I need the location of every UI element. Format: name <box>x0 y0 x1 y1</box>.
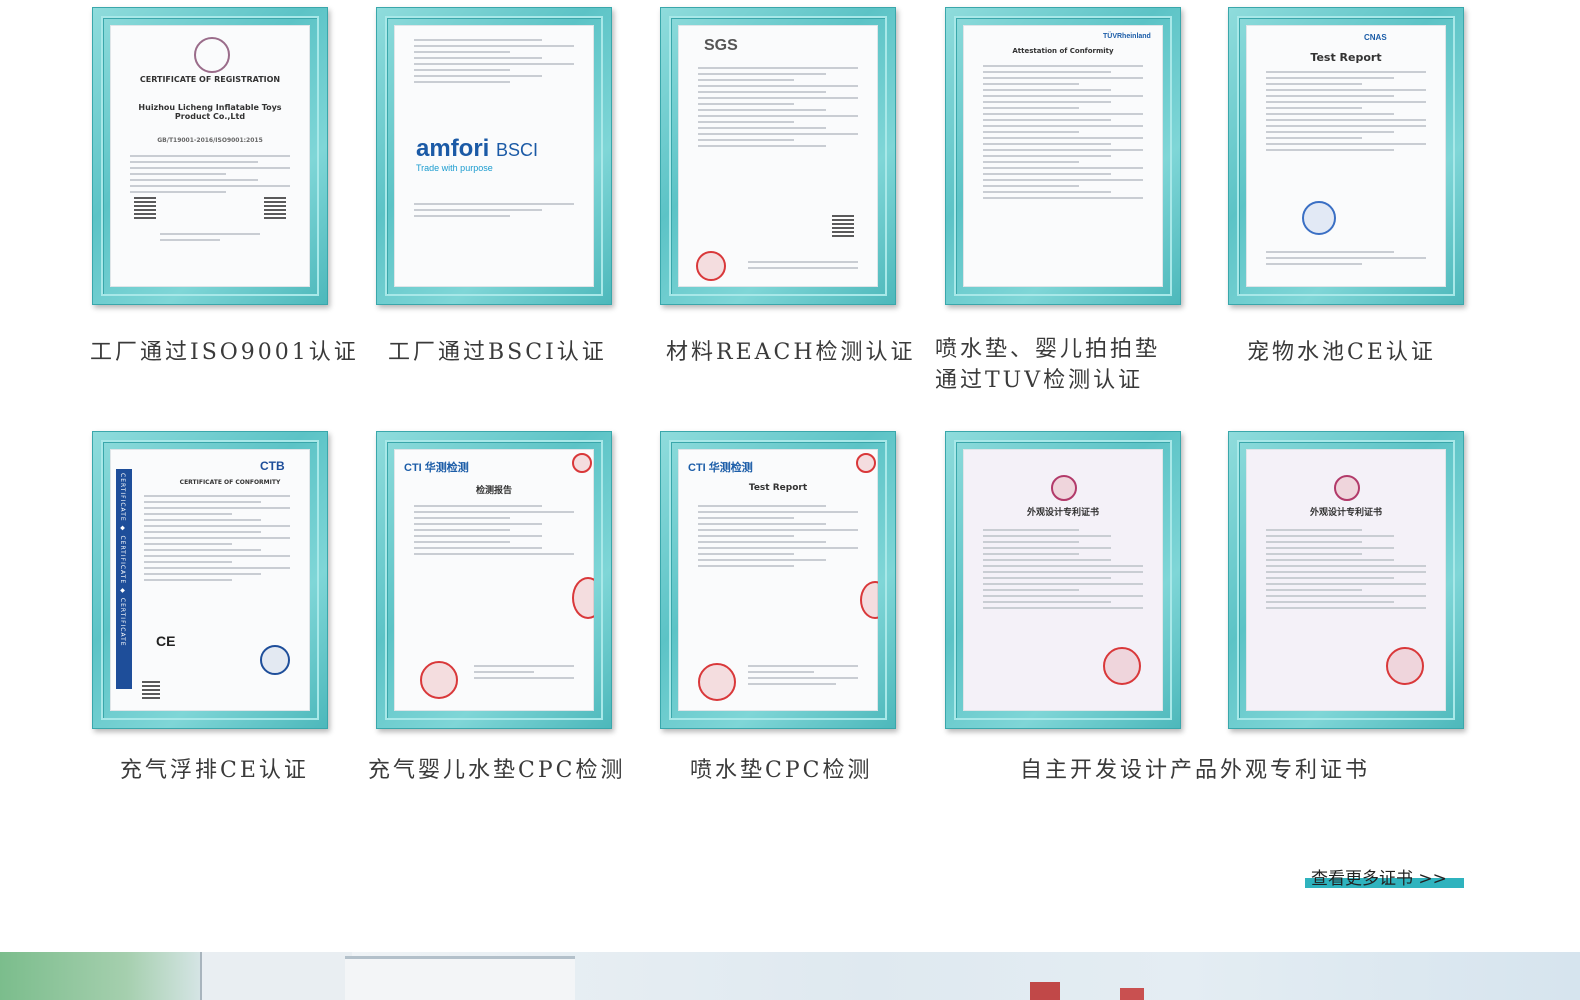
paper-title: Test Report <box>748 483 808 493</box>
caption-iso9001: 工厂通过ISO9001认证 <box>90 340 359 365</box>
paper-title: 外观设计专利证书 <box>1026 508 1099 518</box>
paper-standard: GB/T19001-2016/ISO9001:2015 <box>157 137 263 144</box>
signature-lines <box>160 233 260 245</box>
paper-text-lines <box>414 203 574 221</box>
building-shape <box>345 956 575 1000</box>
certificate-paper: amfori BSCI Trade with purpose <box>394 25 594 287</box>
certificate-bsci[interactable]: amfori BSCI Trade with purpose <box>376 7 612 305</box>
paper-title: 外观设计专利证书 <box>1309 508 1382 518</box>
certificate-side-strip: CERTIFICATE ◆ CERTIFICATE ◆ CERTIFICATE <box>116 469 132 689</box>
caption-reach: 材料REACH检测认证 <box>666 340 916 365</box>
certificate-reach[interactable]: SGS <box>660 7 896 305</box>
amfori-logo: amfori BSCI Trade with purpose <box>416 135 538 173</box>
red-sign-shape <box>1120 988 1144 1000</box>
certificate-paper: CERTIFICATE ◆ CERTIFICATE ◆ CERTIFICATE … <box>110 449 310 711</box>
cti-logo: CTI 华测检测 <box>688 462 753 474</box>
certificate-iso9001[interactable]: CERTIFICATE OF REGISTRATION Huizhou Lich… <box>92 7 328 305</box>
certificate-paper: CERTIFICATE OF REGISTRATION Huizhou Lich… <box>110 25 310 287</box>
paper-title: CERTIFICATE OF REGISTRATION <box>139 75 281 84</box>
certificate-tuv[interactable]: TÜVRheinland Attestation of Conformity <box>945 7 1181 305</box>
paper-text-lines <box>698 505 858 571</box>
paper-title: Attestation of Conformity <box>1012 47 1114 55</box>
red-seal-icon <box>860 581 878 619</box>
caption-bsci: 工厂通过BSCI认证 <box>388 340 607 365</box>
cnas-logo: CNAS <box>1364 33 1387 42</box>
qr-code-icon <box>832 215 854 237</box>
red-seal-icon <box>1386 647 1424 685</box>
caption-patent: 自主开发设计产品外观专利证书 <box>1020 758 1371 783</box>
red-sign-shape <box>1030 982 1060 1000</box>
certificate-pet-pool-ce[interactable]: CNAS Test Report <box>1228 7 1464 305</box>
patent-emblem-icon <box>1334 475 1360 501</box>
caption-tuv-line2: 通过TUV检测认证 <box>935 368 1144 393</box>
certificate-paper: TÜVRheinland Attestation of Conformity <box>963 25 1163 287</box>
paper-text-lines <box>1266 529 1426 613</box>
paper-text-lines <box>983 529 1143 613</box>
red-seal-icon <box>1103 647 1141 685</box>
patent-emblem-icon <box>1051 475 1077 501</box>
building-shape <box>200 952 352 1000</box>
signature-lines <box>748 665 858 689</box>
cnas-mark-icon <box>572 453 592 473</box>
certificate-baby-mat-cpc[interactable]: CTI 华测检测 检测报告 <box>376 431 612 729</box>
gic-emblem-icon <box>194 37 230 73</box>
paper-text-lines <box>414 505 574 559</box>
caption-tuv-line1: 喷水垫、婴儿拍拍垫 <box>935 337 1161 362</box>
paper-title: CERTIFICATE OF CONFORMITY <box>179 479 281 486</box>
red-seal-icon <box>696 251 726 281</box>
paper-footer-lines <box>748 261 858 273</box>
paper-text-lines <box>130 155 290 197</box>
caption-spray-mat-cpc: 喷水垫CPC检测 <box>690 758 873 783</box>
certificate-paper: CTI 华测检测 检测报告 <box>394 449 594 711</box>
red-seal-icon <box>572 577 594 619</box>
certificate-paper: CTI 华测检测 Test Report <box>678 449 878 711</box>
paper-footer-lines <box>1266 251 1426 269</box>
certificate-paper: 外观设计专利证书 <box>1246 449 1446 711</box>
certificates-page: CERTIFICATE OF REGISTRATION Huizhou Lich… <box>0 0 1580 1000</box>
view-more-label: 查看更多证书 >> <box>1311 869 1447 889</box>
paper-text-lines <box>698 67 858 151</box>
paper-text-lines <box>144 495 290 585</box>
cnas-mark-icon <box>856 453 876 473</box>
cti-logo: CTI 华测检测 <box>404 462 469 474</box>
caption-pet-pool-ce: 宠物水池CE认证 <box>1247 340 1436 365</box>
certificate-patent-1[interactable]: 外观设计专利证书 <box>945 431 1181 729</box>
ctb-logo: CTB <box>260 459 285 473</box>
certificate-spray-mat-cpc[interactable]: CTI 华测检测 Test Report <box>660 431 896 729</box>
tuv-logo: TÜVRheinland <box>1103 33 1151 40</box>
paper-text-lines <box>1266 71 1426 155</box>
paper-text-lines <box>414 39 574 87</box>
paper-title: Test Report <box>1310 51 1382 64</box>
certificate-patent-2[interactable]: 外观设计专利证书 <box>1228 431 1464 729</box>
red-seal-icon <box>698 663 736 701</box>
certificate-paper: CNAS Test Report <box>1246 25 1446 287</box>
signature-lines <box>474 665 574 683</box>
logo-tagline: Trade with purpose <box>416 163 493 173</box>
paper-title: 检测报告 <box>475 486 512 496</box>
ce-mark: CE <box>156 633 176 649</box>
sgs-logo: SGS <box>704 37 738 54</box>
view-more-certificates-link[interactable]: 查看更多证书 >> <box>1305 864 1464 889</box>
side-text: CERTIFICATE ◆ CERTIFICATE ◆ CERTIFICATE <box>119 473 126 647</box>
factory-banner-image <box>0 952 1580 1000</box>
certificate-paper: SGS <box>678 25 878 287</box>
paper-company: Huizhou Licheng Inflatable Toys Product … <box>138 103 282 121</box>
qr-code-icon <box>142 681 160 699</box>
paper-text-lines <box>983 65 1143 203</box>
certificate-float-ce[interactable]: CERTIFICATE ◆ CERTIFICATE ◆ CERTIFICATE … <box>92 431 328 729</box>
qr-code-icon <box>134 197 156 219</box>
caption-baby-mat-cpc: 充气婴儿水垫CPC检测 <box>368 758 626 783</box>
caption-float-ce: 充气浮排CE认证 <box>120 758 309 783</box>
blue-seal-icon <box>260 645 290 675</box>
red-seal-icon <box>420 661 458 699</box>
logo-suffix: BSCI <box>496 140 539 160</box>
blue-seal-icon <box>1302 201 1336 235</box>
qr-code-icon <box>264 197 286 219</box>
logo-text: amfori <box>416 135 490 162</box>
certificate-paper: 外观设计专利证书 <box>963 449 1163 711</box>
